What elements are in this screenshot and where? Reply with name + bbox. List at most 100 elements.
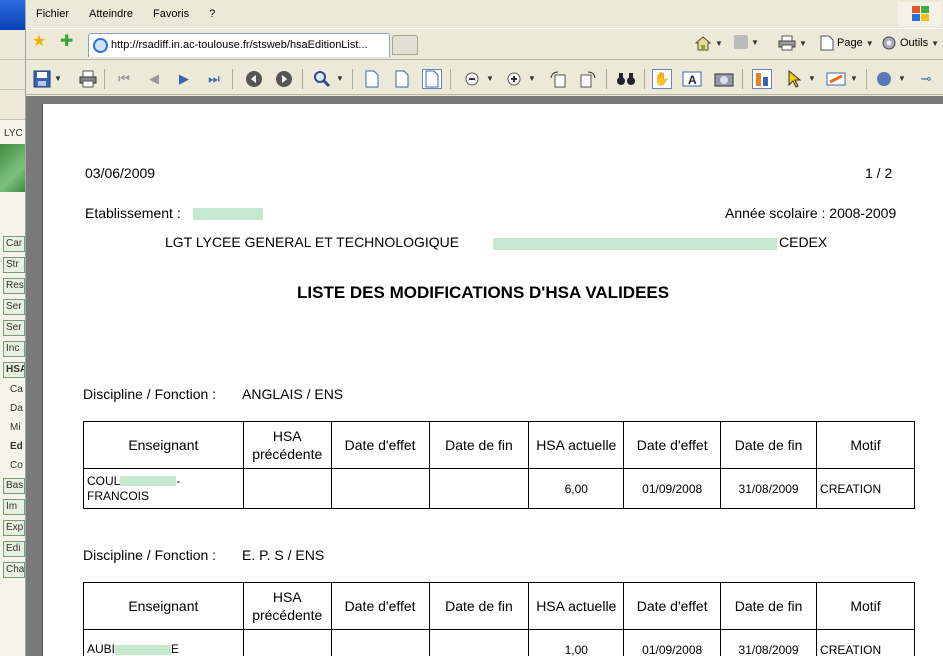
first-page-button[interactable]: ⏮ [114, 69, 134, 89]
toolbar-overflow-button[interactable]: ⊸ [916, 69, 936, 89]
bg-nav-item[interactable]: Car [3, 236, 25, 252]
bg-sub-item-active[interactable]: Ed [10, 441, 23, 452]
report-title: LISTE DES MODIFICATIONS D'HSA VALIDEES [297, 283, 670, 302]
page-icon [395, 70, 409, 88]
printer-icon [79, 70, 97, 88]
table-header-row: Enseignant HSA précédente Date d'effet Da… [83, 421, 915, 469]
menu-fichier[interactable]: Fichier [26, 4, 79, 26]
text-select-icon: A [682, 71, 702, 87]
bg-nav-item[interactable]: Cha [3, 562, 25, 578]
column-header-date-effet: Date d'effet [623, 582, 722, 630]
bg-nav-item[interactable]: Exp [3, 520, 25, 536]
rotate-left-icon [550, 71, 566, 88]
zoom-in-dropdown-icon[interactable]: ▼ [528, 74, 536, 83]
comment-dropdown-icon[interactable]: ▼ [850, 74, 858, 83]
menu-favoris[interactable]: Favoris [143, 4, 199, 26]
zoom-out-dropdown-icon[interactable]: ▼ [486, 74, 494, 83]
discipline-label: Discipline / Fonction : [83, 386, 217, 402]
comment-tool-button[interactable] [826, 69, 846, 89]
page-menu-button[interactable]: Page ▼ [820, 35, 874, 51]
bg-nav-item[interactable]: Inc [3, 341, 25, 357]
magnifier-icon [314, 71, 331, 88]
background-window-titlebar[interactable] [0, 0, 25, 30]
table-header-row: Enseignant HSA précédente Date d'effet Da… [83, 582, 915, 630]
plugin-button[interactable] [874, 69, 894, 89]
header-text-line: précédente [252, 607, 323, 623]
chart-tool-button[interactable] [752, 69, 772, 89]
zoom-out-button[interactable] [462, 69, 482, 89]
rss-icon [734, 35, 748, 49]
document-viewer[interactable]: 03/06/2009 1 / 2 Etablissement : Année s… [26, 96, 943, 656]
bg-sub-item[interactable]: Co [10, 460, 23, 471]
previous-page-button[interactable]: ◀ [144, 69, 164, 89]
rotate-clockwise-button[interactable] [578, 69, 598, 89]
school-name-start: LGT LYCEE GENERAL ET TECHNOLOGIQUE [165, 234, 460, 250]
rotate-right-icon [580, 71, 596, 88]
new-tab-button[interactable] [392, 35, 418, 55]
favorites-star-icon[interactable]: ★ [32, 34, 46, 50]
zoom-dropdown-icon[interactable]: ▼ [336, 74, 344, 83]
zoom-in-tool-button[interactable] [312, 69, 332, 89]
motif-cell: CREATION [816, 629, 915, 656]
browser-tab[interactable]: http://rsadiff.in.ac-toulouse.fr/stsweb/… [88, 33, 390, 57]
select-text-button[interactable]: A [682, 69, 702, 89]
discipline-value: E. P. S / ENS [242, 547, 325, 563]
home-dropdown-icon[interactable]: ▼ [715, 39, 723, 48]
back-circle-icon [246, 71, 262, 87]
feeds-button[interactable]: ▼ [734, 35, 759, 49]
fit-page-button[interactable] [392, 69, 412, 89]
tools-menu-button[interactable]: Outils ▼ [881, 35, 939, 51]
bg-nav-item[interactable]: Res [3, 278, 25, 294]
next-page-button[interactable]: ▶ [174, 69, 194, 89]
find-button[interactable] [616, 69, 636, 89]
tools-menu-label: Outils [900, 37, 929, 49]
toolbar-separator [104, 69, 105, 89]
next-page-icon: ▶ [179, 71, 189, 86]
pdf-page: 03/06/2009 1 / 2 Etablissement : Année s… [42, 104, 943, 656]
hsa-precedente-cell [242, 629, 332, 656]
bg-nav-item[interactable]: Bas [3, 478, 25, 494]
home-button[interactable]: ▼ [694, 35, 723, 51]
column-header-enseignant: Enseignant [83, 421, 244, 469]
redacted-name [115, 644, 172, 655]
bg-sub-item[interactable]: Ca [10, 384, 23, 395]
next-view-button[interactable] [274, 69, 294, 89]
bg-sub-item[interactable]: Mi [10, 422, 21, 433]
save-dropdown-icon[interactable]: ▼ [54, 74, 62, 83]
bg-nav-item-active[interactable]: HSA [3, 362, 25, 378]
menu-atteindre[interactable]: Atteindre [79, 4, 143, 26]
bg-nav-item[interactable]: Ser [3, 320, 25, 336]
bg-nav-item[interactable]: Edi [3, 541, 25, 557]
background-window[interactable]: LYC Car Str Res Ser Ser Inc HSA Ca Da Mi… [0, 0, 26, 656]
column-header-motif: Motif [816, 582, 915, 630]
menu-help[interactable]: ? [199, 4, 225, 26]
print-pdf-button[interactable] [78, 69, 98, 89]
select-tool-button[interactable] [784, 69, 804, 89]
actual-size-button[interactable] [362, 69, 382, 89]
zoom-in-button[interactable] [504, 69, 524, 89]
forward-circle-icon [276, 71, 292, 87]
bg-nav-item[interactable]: Ser [3, 299, 25, 315]
bg-nav-item[interactable]: Im [3, 499, 25, 515]
hand-tool-button[interactable]: ✋ [652, 69, 672, 89]
windows-logo-icon [898, 2, 942, 26]
camera-icon [714, 73, 734, 87]
fit-width-button[interactable] [422, 69, 442, 89]
bg-sub-item[interactable]: Da [10, 403, 23, 414]
previous-view-button[interactable] [244, 69, 264, 89]
overflow-arrow-icon: ⊸ [920, 71, 932, 86]
last-page-button[interactable]: ⏭ [204, 69, 224, 89]
add-favorite-icon[interactable]: ✚ [60, 34, 73, 50]
print-dropdown-icon[interactable]: ▼ [799, 39, 807, 48]
snapshot-button[interactable] [714, 69, 734, 89]
column-header-date-effet: Date d'effet [623, 421, 722, 469]
select-dropdown-icon[interactable]: ▼ [808, 74, 816, 83]
save-button[interactable] [32, 69, 52, 89]
bg-nav-item[interactable]: Str [3, 257, 25, 273]
rotate-counterclockwise-button[interactable] [548, 69, 568, 89]
tab-bar: ★ ✚ http://rsadiff.in.ac-toulouse.fr/sts… [26, 28, 943, 60]
discipline-label: Discipline / Fonction : [83, 547, 217, 563]
feeds-dropdown-icon[interactable]: ▼ [751, 38, 759, 47]
print-button[interactable]: ▼ [778, 35, 807, 51]
plugin-dropdown-icon[interactable]: ▼ [898, 74, 906, 83]
